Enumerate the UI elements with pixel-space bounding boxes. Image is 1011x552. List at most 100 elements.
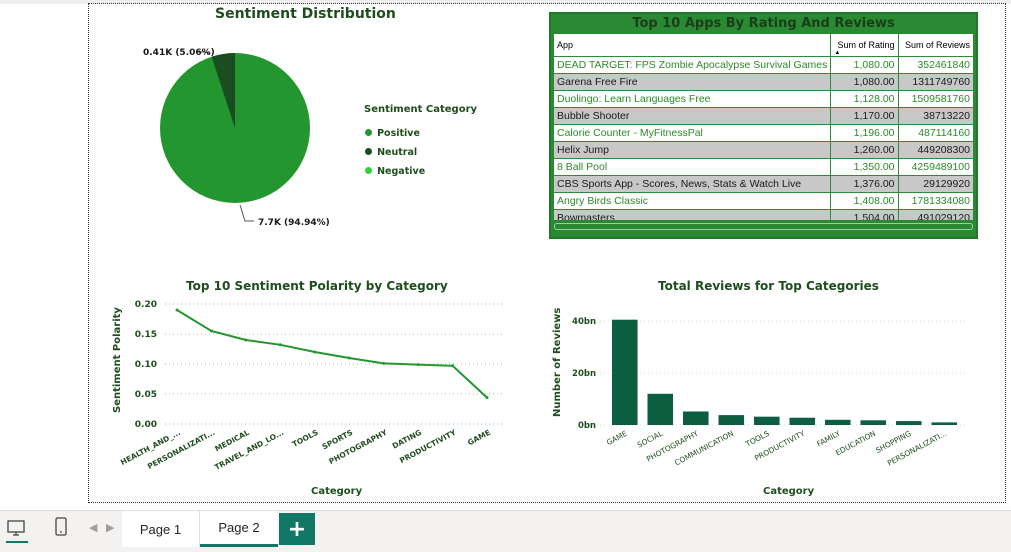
header-sum-rating[interactable]: Sum of Rating ▲ (830, 34, 899, 57)
table-header-row: App Sum of Rating ▲ Sum of Reviews (554, 34, 973, 57)
table-horizontal-scrollbar[interactable] (554, 223, 973, 230)
cell-reviews: 491029120 (897, 209, 973, 220)
cell-app: Duolingo: Learn Languages Free (554, 90, 831, 108)
top-apps-table-visual[interactable]: Top 10 Apps By Rating And Reviews App Su… (549, 12, 978, 239)
table-row[interactable]: Bubble Shooter 1,170.00 38713220 (554, 107, 973, 125)
add-page-button[interactable]: + (279, 513, 315, 545)
bar[interactable] (931, 422, 958, 425)
positive-leader-line (239, 204, 254, 222)
line-y-tick: 0.05 (135, 390, 157, 400)
bar-x-tick: GAME (605, 429, 629, 447)
line-point[interactable] (244, 338, 248, 342)
bar-chart-xlabel: Category (763, 486, 815, 497)
table-row[interactable]: 8 Ball Pool 1,350.00 4259489100 (554, 158, 973, 176)
pie-legend-title: Sentiment Category (364, 104, 478, 115)
header-sum-reviews[interactable]: Sum of Reviews (897, 34, 973, 57)
bar-chart-title: Total Reviews for Top Categories (658, 279, 879, 293)
legend-dot-negative-icon (365, 167, 372, 174)
line-y-tick: 0.10 (135, 360, 157, 370)
header-app[interactable]: App (554, 34, 831, 57)
cell-app: CBS Sports App - Scores, News, Stats & W… (554, 175, 831, 193)
line-chart-title: Top 10 Sentiment Polarity by Category (186, 279, 448, 293)
bar-x-tick: PERSONALIZATI... (886, 429, 948, 468)
line-point[interactable] (278, 343, 282, 347)
bar[interactable] (683, 411, 709, 425)
bar[interactable] (718, 415, 745, 425)
line-chart-xlabel: Category (311, 486, 363, 497)
bar-y-tick: 20bn (572, 369, 596, 379)
table-title: Top 10 Apps By Rating And Reviews (632, 16, 895, 31)
pie-legend-item-negative[interactable]: Negative (365, 159, 425, 178)
pie-label-neutral: 0.41K (5.06%) (143, 48, 215, 58)
cell-reviews: 449208300 (897, 141, 973, 159)
sentiment-pie-chart[interactable] (130, 40, 360, 240)
line-point[interactable] (416, 363, 420, 367)
bar[interactable] (754, 416, 780, 425)
line-x-tick: GAME (466, 428, 492, 447)
pie-legend-item-neutral[interactable]: Neutral (365, 140, 417, 159)
cell-rating: 1,260.00 (830, 141, 899, 159)
cell-reviews: 1509581760 (897, 90, 973, 108)
bar[interactable] (825, 419, 851, 425)
cell-rating: 1,504.00 (830, 209, 899, 220)
bar[interactable] (647, 393, 674, 425)
cell-rating: 1,170.00 (830, 107, 899, 125)
cell-app: Bubble Shooter (554, 107, 831, 125)
table-row[interactable]: Helix Jump 1,260.00 449208300 (554, 141, 973, 159)
line-y-tick: 0.00 (135, 420, 157, 430)
cell-rating: 1,080.00 (830, 73, 899, 91)
line-y-tick: 0.15 (135, 330, 157, 340)
tab-page-2[interactable]: Page 2 (200, 511, 278, 547)
line-x-tick: PERSONALIZATI... (146, 428, 217, 471)
line-point[interactable] (451, 364, 455, 368)
bar-x-tick: TOOLS (743, 429, 771, 449)
bar[interactable] (860, 420, 887, 425)
cell-app: 8 Ball Pool (554, 158, 831, 176)
tab-page-1[interactable]: Page 1 (122, 511, 200, 547)
line-point[interactable] (209, 329, 213, 333)
prev-page-arrow-icon[interactable]: ◀ (89, 521, 97, 534)
pie-title: Sentiment Distribution (215, 6, 396, 22)
cell-rating: 1,376.00 (830, 175, 899, 193)
table-row[interactable]: DEAD TARGET: FPS Zombie Apocalypse Survi… (554, 56, 973, 74)
cell-reviews: 38713220 (897, 107, 973, 125)
line-point[interactable] (313, 350, 317, 354)
legend-dot-positive-icon (365, 129, 372, 136)
total-reviews-bar-chart[interactable]: 0bn20bn40bnGAME SOCIALPHOTOGRAPHYCOMMUNIC… (560, 300, 980, 485)
bar-y-tick: 0bn (578, 421, 596, 431)
pie-label-positive: 7.7K (94.94%) (258, 218, 330, 228)
legend-label-neutral: Neutral (377, 147, 418, 158)
bar-x-tick: FAMILY (815, 429, 842, 449)
bar[interactable] (896, 421, 922, 425)
table-body-wrapper: App Sum of Rating ▲ Sum of Reviews DEAD T… (554, 34, 973, 220)
table-row[interactable]: CBS Sports App - Scores, News, Stats & W… (554, 175, 973, 193)
cell-rating: 1,128.00 (830, 90, 899, 108)
line-point[interactable] (485, 396, 489, 400)
cell-app: Helix Jump (554, 141, 831, 159)
line-point[interactable] (175, 308, 179, 312)
legend-label-positive: Positive (377, 128, 420, 139)
table-row[interactable]: Garena Free Fire 1,080.00 1311749760 (554, 73, 973, 91)
pie-legend-item-positive[interactable]: Positive (365, 121, 420, 140)
table-row[interactable]: Duolingo: Learn Languages Free 1,128.00 15… (554, 90, 973, 108)
line-series[interactable] (176, 309, 488, 399)
cell-app: Angry Birds Classic (554, 192, 831, 210)
bar[interactable] (789, 417, 816, 425)
table-row[interactable]: Bowmasters 1,504.00 491029120 (554, 209, 973, 220)
sentiment-polarity-line-chart[interactable]: 0.000.050.100.150.20HEALTH_AND_...PERSON… (105, 292, 525, 487)
cell-reviews: 1781334080 (897, 192, 973, 210)
desktop-view-icon[interactable] (6, 518, 26, 536)
cell-app: DEAD TARGET: FPS Zombie Apocalypse Survi… (554, 56, 831, 74)
cell-rating: 1,080.00 (830, 56, 899, 74)
mobile-view-icon[interactable] (53, 516, 69, 538)
next-page-arrow-icon[interactable]: ▶ (106, 521, 114, 534)
table-row[interactable]: Calorie Counter - MyFitnessPal 1,196.00 48… (554, 124, 973, 142)
cell-rating: 1,196.00 (830, 124, 899, 142)
line-point[interactable] (382, 361, 386, 365)
top-apps-table: App Sum of Rating ▲ Sum of Reviews DEAD T… (554, 34, 973, 220)
line-point[interactable] (347, 356, 351, 360)
table-row[interactable]: Angry Birds Classic 1,408.00 1781334080 (554, 192, 973, 210)
cell-app: Calorie Counter - MyFitnessPal (554, 124, 831, 142)
bar[interactable] (612, 319, 638, 425)
bar-x-tick: COMMUNICATION (673, 429, 735, 468)
